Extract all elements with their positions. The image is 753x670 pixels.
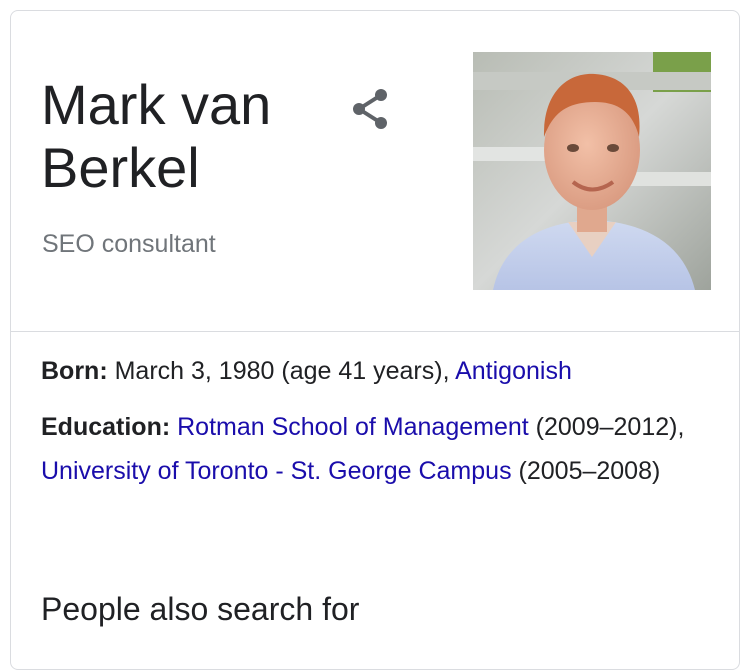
portrait-photo[interactable] [473,52,711,290]
share-icon [353,89,387,129]
birthplace-link[interactable]: Antigonish [455,357,572,385]
school-link-rotman[interactable]: Rotman School of Management [177,413,529,441]
fact-education-label: Education: [41,413,171,441]
school-link-uoft[interactable]: University of Toronto - St. George Campu… [41,457,512,485]
school-years-rotman: (2009–2012), [535,413,685,441]
school-years-uoft: (2005–2008) [518,457,661,485]
fact-born-date: March 3, 1980 (age 41 years), [114,357,450,385]
share-button[interactable] [347,85,395,133]
portrait-image [473,52,711,290]
people-also-search-heading: People also search for [41,591,360,627]
facts-section: Born: March 3, 1980 (age 41 years), Anti… [41,349,701,505]
fact-education: Education: Rotman School of Management (… [41,405,701,493]
fact-born-label: Born: [41,357,108,385]
section-divider [11,331,739,332]
entity-title: Mark van Berkel [41,73,272,199]
fact-born: Born: March 3, 1980 (age 41 years), Anti… [41,349,701,393]
entity-description: SEO consultant [42,230,216,258]
knowledge-panel-card: Mark van Berkel SEO consultant Born: Mar… [10,10,740,670]
